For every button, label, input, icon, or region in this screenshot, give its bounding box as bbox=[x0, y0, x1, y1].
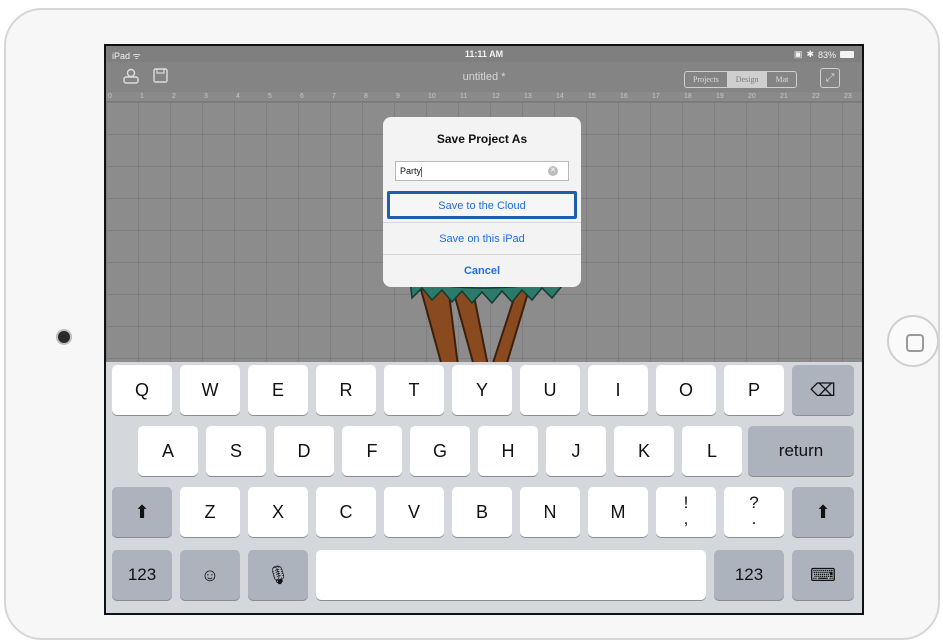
key-question-period[interactable]: ? . bbox=[724, 487, 784, 537]
key-u[interactable]: U bbox=[520, 365, 580, 415]
emoji-icon[interactable]: ☺ bbox=[180, 550, 240, 600]
ruler-mark: 9 bbox=[396, 93, 400, 100]
hide-keyboard-icon[interactable]: ⌨ bbox=[792, 550, 854, 600]
key-f[interactable]: F bbox=[342, 426, 402, 476]
ruler-mark: 20 bbox=[748, 93, 756, 100]
key-exclamation: ! bbox=[683, 493, 689, 512]
status-bar: iPad ᯤ 11:11 AM ▣ ✱ 83% bbox=[106, 46, 862, 62]
save-to-cloud-button[interactable]: Save to the Cloud bbox=[387, 191, 577, 219]
key-m[interactable]: M bbox=[588, 487, 648, 537]
key-p[interactable]: P bbox=[724, 365, 784, 415]
key-r[interactable]: R bbox=[316, 365, 376, 415]
numbers-key-right[interactable]: 123 bbox=[714, 550, 784, 600]
key-h[interactable]: H bbox=[478, 426, 538, 476]
ipad-screen: iPad ᯤ 11:11 AM ▣ ✱ 83% untitled * Proje… bbox=[104, 44, 864, 615]
expand-icon[interactable]: ⤢ bbox=[820, 68, 840, 88]
ruler-mark: 3 bbox=[204, 93, 208, 100]
key-b[interactable]: B bbox=[452, 487, 512, 537]
ruler: 0 1 2 3 4 5 6 7 8 9 10 11 12 13 14 15 16… bbox=[106, 92, 862, 102]
ruler-mark: 2 bbox=[172, 93, 176, 100]
key-d[interactable]: D bbox=[274, 426, 334, 476]
ruler-mark: 17 bbox=[652, 93, 660, 100]
ruler-mark: 23 bbox=[844, 93, 852, 100]
screen-lock-icon: ▣ bbox=[793, 49, 803, 59]
ruler-mark: 8 bbox=[364, 93, 368, 100]
bluetooth-icon: ✱ bbox=[806, 49, 814, 59]
ruler-mark: 1 bbox=[140, 93, 144, 100]
key-comma: , bbox=[683, 509, 689, 528]
key-a[interactable]: A bbox=[138, 426, 198, 476]
design-artwork[interactable] bbox=[402, 276, 562, 366]
app-toolbar: untitled * Projects Design Mat ⤢ bbox=[106, 62, 862, 92]
text-cursor bbox=[421, 166, 423, 177]
tab-design[interactable]: Design bbox=[727, 72, 768, 87]
home-button[interactable] bbox=[887, 315, 939, 367]
ruler-mark: 11 bbox=[460, 93, 468, 100]
tab-projects[interactable]: Projects bbox=[685, 72, 728, 87]
key-o[interactable]: O bbox=[656, 365, 716, 415]
key-g[interactable]: G bbox=[410, 426, 470, 476]
shift-right-icon[interactable]: ⬆ bbox=[792, 487, 854, 537]
view-segmented-control: Projects Design Mat bbox=[684, 71, 798, 88]
status-time: 11:11 AM bbox=[464, 49, 504, 59]
key-x[interactable]: X bbox=[248, 487, 308, 537]
battery-icon bbox=[840, 51, 854, 58]
ruler-mark: 6 bbox=[300, 93, 304, 100]
key-q[interactable]: Q bbox=[112, 365, 172, 415]
ruler-mark: 19 bbox=[716, 93, 724, 100]
ruler-mark: 7 bbox=[332, 93, 336, 100]
ruler-mark: 16 bbox=[620, 93, 628, 100]
ruler-mark: 14 bbox=[556, 93, 564, 100]
battery-percent: 83% bbox=[817, 49, 836, 60]
ruler-mark: 10 bbox=[428, 93, 436, 100]
ruler-mark: 15 bbox=[588, 93, 596, 100]
cancel-button[interactable]: Cancel bbox=[383, 254, 581, 286]
ruler-mark: 0 bbox=[108, 93, 112, 100]
ruler-mark: 4 bbox=[236, 93, 240, 100]
clear-icon[interactable]: ✕ bbox=[548, 166, 558, 176]
status-right: ▣ ✱ 83% bbox=[794, 49, 854, 60]
space-bar[interactable] bbox=[316, 550, 706, 600]
project-name-input[interactable]: Party ✕ bbox=[395, 161, 569, 181]
ruler-mark: 12 bbox=[492, 93, 500, 100]
key-l[interactable]: L bbox=[682, 426, 742, 476]
key-k[interactable]: K bbox=[614, 426, 674, 476]
tab-mat[interactable]: Mat bbox=[767, 72, 796, 87]
numbers-key[interactable]: 123 bbox=[112, 550, 172, 600]
key-period: . bbox=[751, 509, 757, 528]
key-s[interactable]: S bbox=[206, 426, 266, 476]
front-camera bbox=[58, 331, 70, 343]
key-question: ? bbox=[749, 493, 759, 512]
ruler-mark: 21 bbox=[780, 93, 788, 100]
key-v[interactable]: V bbox=[384, 487, 444, 537]
backspace-icon[interactable]: ⌫ bbox=[792, 365, 854, 415]
ruler-mark: 22 bbox=[812, 93, 820, 100]
ruler-mark: 18 bbox=[684, 93, 692, 100]
save-project-dialog: Save Project As Party ✕ Save to the Clou… bbox=[383, 117, 581, 287]
ruler-mark: 5 bbox=[268, 93, 272, 100]
key-c[interactable]: C bbox=[316, 487, 376, 537]
key-exclamation-comma[interactable]: ! , bbox=[656, 487, 716, 537]
key-n[interactable]: N bbox=[520, 487, 580, 537]
project-name-value: Party bbox=[400, 166, 422, 176]
key-i[interactable]: I bbox=[588, 365, 648, 415]
dialog-title: Save Project As bbox=[436, 132, 528, 146]
key-z[interactable]: Z bbox=[180, 487, 240, 537]
key-y[interactable]: Y bbox=[452, 365, 512, 415]
microphone-icon[interactable]: 🎙 bbox=[248, 550, 308, 600]
ruler-mark: 13 bbox=[524, 93, 532, 100]
return-key[interactable]: return bbox=[748, 426, 854, 476]
key-t[interactable]: T bbox=[384, 365, 444, 415]
save-on-ipad-button[interactable]: Save on this iPad bbox=[383, 222, 581, 254]
onscreen-keyboard: Q W E R T Y U I O P ⌫ A S D F G H J K L … bbox=[106, 362, 862, 613]
key-w[interactable]: W bbox=[180, 365, 240, 415]
key-j[interactable]: J bbox=[546, 426, 606, 476]
shift-left-icon[interactable]: ⬆ bbox=[112, 487, 172, 537]
key-e[interactable]: E bbox=[248, 365, 308, 415]
